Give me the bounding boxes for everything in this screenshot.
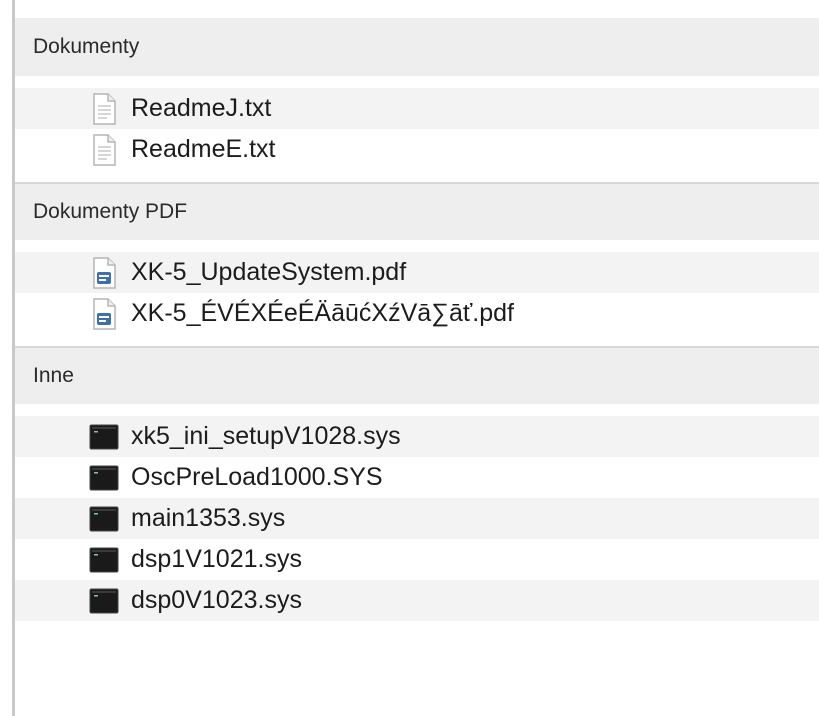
file-name: xk5_ini_setupV1028.sys [131, 422, 401, 450]
list-item-dsp1v1021[interactable]: dsp1V1021.sys [15, 539, 819, 580]
file-name: XK-5_UpdateSystem.pdf [131, 258, 407, 286]
terminal-file-icon [89, 424, 119, 450]
list-item-xk5-ini-setup[interactable]: xk5_ini_setupV1028.sys [15, 416, 819, 457]
terminal-file-icon [89, 465, 119, 491]
text-file-icon [89, 92, 119, 125]
file-name: OscPreLoad1000.SYS [131, 463, 383, 491]
text-file-icon [89, 133, 119, 166]
file-name: dsp1V1021.sys [131, 545, 302, 573]
terminal-file-icon [89, 506, 119, 532]
file-name: main1353.sys [131, 504, 286, 532]
list-item-oscpreload[interactable]: OscPreLoad1000.SYS [15, 457, 819, 498]
list-item-readmej[interactable]: ReadmeJ.txt [15, 88, 819, 129]
group-header-dokumenty[interactable]: Dokumenty [15, 18, 819, 76]
group-gap [15, 76, 819, 88]
list-item-main1353[interactable]: main1353.sys [15, 498, 819, 539]
group-header-dokumenty-pdf[interactable]: Dokumenty PDF [15, 182, 819, 240]
pdf-file-icon [89, 297, 119, 330]
file-name: ReadmeE.txt [131, 135, 276, 163]
group-header-inne[interactable]: Inne [15, 346, 819, 404]
file-name: dsp0V1023.sys [131, 586, 302, 614]
group-gap [15, 404, 819, 416]
terminal-file-icon [89, 588, 119, 614]
list-item-xk5-garbled-pdf[interactable]: XK-5_ÉVÉXÉeÉÄāūćXźVā∑āť.pdf [15, 293, 819, 334]
file-name: XK-5_ÉVÉXÉeÉÄāūćXźVā∑āť.pdf [131, 299, 514, 327]
list-item-xk5-updatesystem[interactable]: XK-5_UpdateSystem.pdf [15, 252, 819, 293]
file-name: ReadmeJ.txt [131, 94, 272, 122]
pdf-file-icon [89, 256, 119, 289]
file-list: Dokumenty ReadmeJ.txt ReadmeE.txt Dokume… [15, 18, 819, 621]
list-item-dsp0v1023[interactable]: dsp0V1023.sys [15, 580, 819, 621]
group-gap [15, 334, 819, 346]
terminal-file-icon [89, 547, 119, 573]
group-gap [15, 240, 819, 252]
list-item-readmee[interactable]: ReadmeE.txt [15, 129, 819, 170]
group-gap [15, 170, 819, 182]
